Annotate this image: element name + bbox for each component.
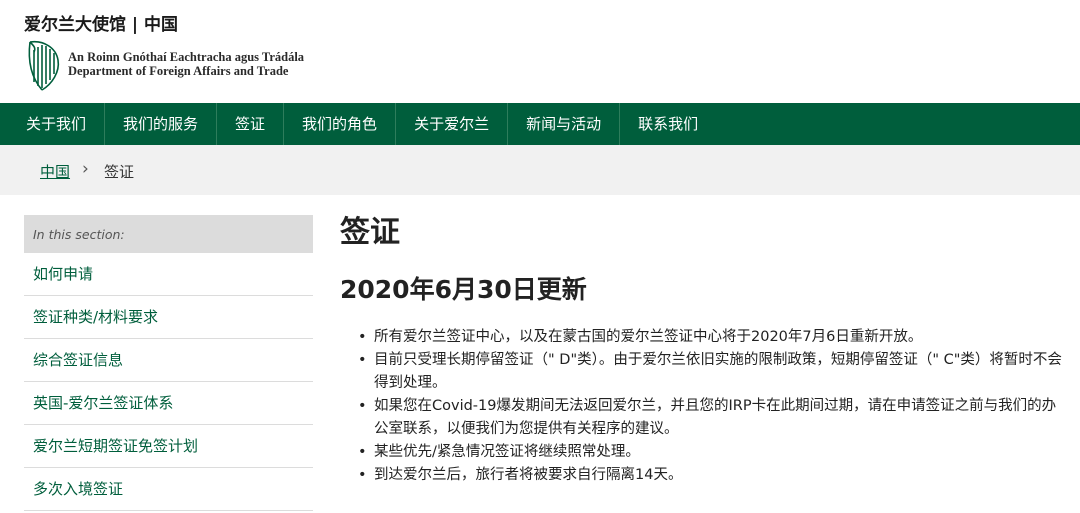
- main-content: 签证 2020年6月30日更新 • 所有爱尔兰签证中心，以及在蒙古国的爱尔兰签证中…: [340, 210, 1070, 487]
- sidebar-item-how-to-apply[interactable]: 如何申请: [24, 253, 313, 296]
- sidebar-item-multiple-entry[interactable]: 多次入境签证: [24, 468, 313, 511]
- list-item-text: 如果您在Covid-19爆发期间无法返回爱尔兰，并且您的IRP卡在此期间过期，请…: [374, 398, 1057, 437]
- site-header: 爱尔兰大使馆 | 中国 An Roinn Gnóthaí Eachtracha …: [0, 0, 1080, 103]
- sidebar-item-visa-types[interactable]: 签证种类/材料要求: [24, 296, 313, 339]
- nav-our-services[interactable]: 我们的服务: [105, 103, 218, 145]
- list-item: • 到达爱尔兰后，旅行者将被要求自行隔离14天。: [358, 464, 1070, 487]
- bullet-icon: •: [358, 467, 367, 483]
- breadcrumb-current: 签证: [104, 163, 135, 181]
- sidebar-item-general-info[interactable]: 综合签证信息: [24, 339, 313, 382]
- bullet-icon: •: [358, 329, 367, 345]
- department-name: An Roinn Gnóthaí Eachtracha agus Trádála…: [68, 50, 304, 78]
- list-item-text: 所有爱尔兰签证中心，以及在蒙古国的爱尔兰签证中心将于2020年7月6日重新开放。: [374, 329, 923, 345]
- notice-list: • 所有爱尔兰签证中心，以及在蒙古国的爱尔兰签证中心将于2020年7月6日重新开放…: [340, 326, 1070, 487]
- site-title[interactable]: 爱尔兰大使馆 | 中国: [24, 10, 178, 35]
- bullet-icon: •: [358, 444, 367, 460]
- list-item-text: 到达爱尔兰后，旅行者将被要求自行隔离14天。: [374, 467, 683, 483]
- sidebar-item-visa-waiver[interactable]: 爱尔兰短期签证免签计划: [24, 425, 313, 468]
- nav-about-us[interactable]: 关于我们: [0, 103, 106, 145]
- nav-contact-us[interactable]: 联系我们: [620, 103, 716, 145]
- nav-news-events[interactable]: 新闻与活动: [508, 103, 621, 145]
- list-item: • 某些优先/紧急情况签证将继续照常处理。: [358, 441, 1070, 464]
- update-heading: 2020年6月30日更新: [340, 275, 587, 304]
- nav-about-ireland[interactable]: 关于爱尔兰: [396, 103, 509, 145]
- nav-visas[interactable]: 签证: [217, 103, 285, 145]
- list-item: • 目前只受理长期停留签证（" D"类）。由于爱尔兰依旧实施的限制政策，短期停留签…: [358, 349, 1070, 395]
- department-english: Department of Foreign Affairs and Trade: [68, 64, 289, 78]
- bullet-icon: •: [358, 352, 367, 368]
- section-sidebar: In this section: 如何申请 签证种类/材料要求 综合签证信息 英…: [24, 215, 313, 511]
- bullet-icon: •: [358, 398, 367, 414]
- department-irish: An Roinn Gnóthaí Eachtracha agus Trádála: [68, 50, 305, 64]
- list-item: • 如果您在Covid-19爆发期间无法返回爱尔兰，并且您的IRP卡在此期间过期，…: [358, 395, 1070, 441]
- breadcrumb-link-china[interactable]: 中国: [40, 161, 70, 182]
- list-item-text: 目前只受理长期停留签证（" D"类）。由于爱尔兰依旧实施的限制政策，短期停留签证…: [374, 352, 1062, 391]
- harp-icon[interactable]: [24, 38, 62, 94]
- main-navigation: 关于我们 我们的服务 签证 我们的角色 关于爱尔兰 新闻与活动 联系我们: [0, 103, 1080, 145]
- page-title: 签证: [340, 215, 400, 250]
- breadcrumb-chevron-icon: ›: [82, 159, 89, 179]
- nav-our-role[interactable]: 我们的角色: [284, 103, 397, 145]
- sidebar-heading: In this section:: [24, 215, 313, 253]
- sidebar-item-uk-ireland-scheme[interactable]: 英国-爱尔兰签证体系: [24, 382, 313, 425]
- list-item-text: 某些优先/紧急情况签证将继续照常处理。: [374, 444, 640, 460]
- breadcrumb: 中国 › 签证: [0, 145, 1080, 195]
- list-item: • 所有爱尔兰签证中心，以及在蒙古国的爱尔兰签证中心将于2020年7月6日重新开放…: [358, 326, 1070, 349]
